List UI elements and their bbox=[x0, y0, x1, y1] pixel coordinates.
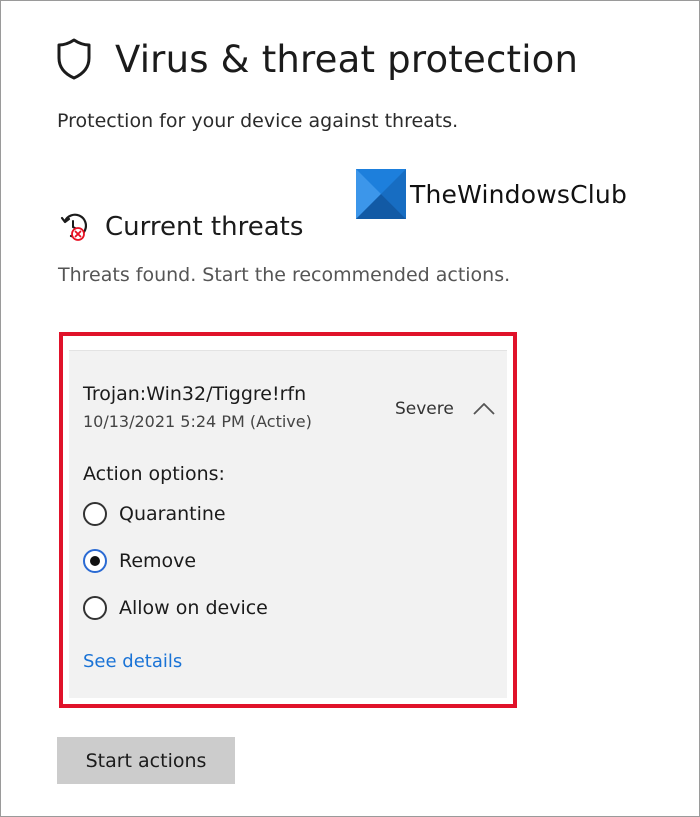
chevron-up-icon[interactable] bbox=[472, 402, 496, 416]
radio-allow-on-device[interactable]: Allow on device bbox=[83, 596, 268, 620]
radio-circle[interactable] bbox=[83, 502, 107, 526]
current-threats-header: Current threats bbox=[59, 212, 303, 242]
threat-name: Trojan:Win32/Tiggre!rfn bbox=[83, 383, 307, 405]
watermark-text: TheWindowsClub bbox=[410, 179, 628, 209]
radio-label: Remove bbox=[119, 550, 197, 572]
threat-date: 10/13/2021 5:24 PM (Active) bbox=[83, 412, 312, 431]
section-title: Current threats bbox=[105, 212, 304, 242]
radio-remove[interactable]: Remove bbox=[83, 549, 196, 573]
app-window: Virus & threat protection Protection for… bbox=[0, 0, 700, 817]
radio-label: Allow on device bbox=[119, 597, 268, 619]
page-title: Virus & threat protection bbox=[115, 37, 579, 81]
threat-card: Trojan:Win32/Tiggre!rfn 10/13/2021 5:24 … bbox=[59, 332, 517, 708]
page-subtitle: Protection for your device against threa… bbox=[57, 110, 459, 132]
severity-label: Severe bbox=[395, 399, 454, 419]
radio-label: Quarantine bbox=[119, 503, 226, 525]
page-header: Virus & threat protection bbox=[55, 37, 578, 81]
action-options-label: Action options: bbox=[83, 463, 225, 485]
radio-circle-selected[interactable] bbox=[83, 549, 107, 573]
threat-details-panel: Trojan:Win32/Tiggre!rfn 10/13/2021 5:24 … bbox=[69, 350, 507, 698]
severity-row: Severe bbox=[395, 399, 496, 419]
see-details-link[interactable]: See details bbox=[83, 651, 182, 672]
section-description: Threats found. Start the recommended act… bbox=[58, 264, 511, 286]
shield-icon bbox=[57, 38, 91, 80]
windows-logo-icon bbox=[356, 169, 406, 219]
radio-quarantine[interactable]: Quarantine bbox=[83, 502, 226, 526]
watermark: TheWindowsClub bbox=[356, 169, 627, 219]
start-actions-button[interactable]: Start actions bbox=[57, 737, 235, 784]
radio-circle[interactable] bbox=[83, 596, 107, 620]
clock-alert-icon bbox=[60, 213, 87, 241]
